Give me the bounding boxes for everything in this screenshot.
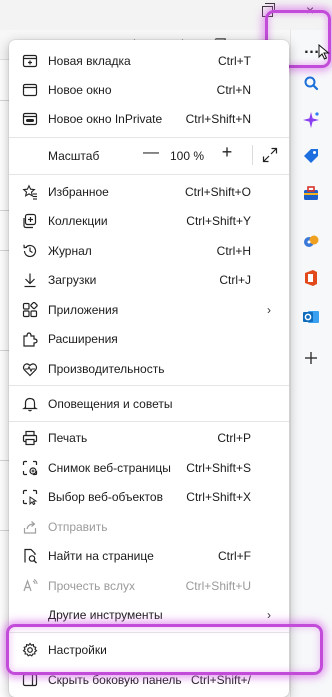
- menu-item-share: Отправить: [9, 513, 289, 541]
- menu-item-inprivate[interactable]: Новое окно InPrivate Ctrl+Shift+N: [9, 105, 289, 133]
- favorites-icon: [21, 183, 39, 201]
- menu-item-label: Коллекции: [48, 214, 108, 228]
- menu-item-downloads[interactable]: Загрузки Ctrl+J: [9, 266, 289, 294]
- menu-item-screenshot[interactable]: Снимок веб-страницы Ctrl+Shift+S: [9, 454, 289, 482]
- menu-item-new-tab[interactable]: Новая вкладка Ctrl+T: [9, 47, 289, 75]
- menu-item-shortcut: Ctrl+Shift+S: [186, 461, 251, 475]
- menu-item-find[interactable]: Найти на странице Ctrl+F: [9, 542, 289, 570]
- menu-divider: [9, 174, 289, 175]
- chevron-right-icon: ›: [267, 608, 271, 622]
- shopping-tag-icon[interactable]: [300, 145, 322, 167]
- menu-item-read-aloud: Прочесть вслух Ctrl+Shift+U: [9, 572, 289, 600]
- menu-item-label: Избранное: [48, 185, 109, 199]
- menu-item-web-select[interactable]: Выбор веб-объектов Ctrl+Shift+X: [9, 483, 289, 511]
- menu-item-label: Оповещения и советы: [48, 397, 173, 411]
- apps-icon: [21, 301, 39, 319]
- menu-item-print[interactable]: Печать Ctrl+P: [9, 424, 289, 452]
- menu-item-label: Журнал: [48, 244, 92, 258]
- screenshot-icon: [21, 459, 39, 477]
- menu-item-shortcut: Ctrl+Shift+Y: [186, 214, 251, 228]
- menu-item-label: Печать: [48, 431, 88, 445]
- menu-item-shortcut: Ctrl+Shift+/: [190, 673, 251, 687]
- new-tab-icon: [21, 52, 39, 70]
- performance-icon: [21, 360, 39, 378]
- menu-item-label: Скрыть боковую панель: [48, 673, 182, 687]
- menu-item-shortcut: Ctrl+J: [219, 273, 251, 287]
- menu-item-label: Снимок веб-страницы: [48, 461, 171, 475]
- print-icon: [21, 429, 39, 447]
- menu-item-label: Найти на странице: [48, 549, 154, 563]
- menu-item-apps[interactable]: Приложения ›: [9, 296, 289, 324]
- find-icon: [21, 547, 39, 565]
- new-window-icon: [21, 81, 39, 99]
- menu-item-alerts[interactable]: Оповещения и советы: [9, 390, 289, 418]
- zoom-value: 100 %: [170, 149, 205, 163]
- menu-item-shortcut: Ctrl+F: [218, 549, 251, 563]
- history-icon: [21, 242, 39, 260]
- menu-item-shortcut: Ctrl+H: [216, 244, 251, 258]
- inprivate-icon: [21, 110, 39, 128]
- menu-item-shortcut: Ctrl+P: [217, 431, 251, 445]
- bell-icon: [21, 395, 39, 413]
- collections-icon: [21, 212, 39, 230]
- download-icon: [21, 271, 39, 289]
- menu-item-label: Приложения: [48, 303, 119, 317]
- menu-item-performance[interactable]: Производительность: [9, 355, 289, 383]
- menu-divider: [9, 385, 289, 386]
- share-icon: [21, 518, 39, 536]
- menu-item-label: Расширения: [48, 332, 118, 346]
- menu-item-shortcut: Ctrl+Shift+O: [184, 185, 251, 199]
- browser-window: × ☆ ☆ ❐ …: [0, 0, 332, 697]
- fullscreen-icon[interactable]: [259, 144, 281, 166]
- menu-item-label: Новая вкладка: [48, 54, 131, 68]
- menu-item-label: Прочесть вслух: [48, 579, 135, 593]
- menu-item-label: Выбор веб-объектов: [48, 490, 163, 504]
- settings-menu: Новая вкладка Ctrl+T Новое окно Ctrl+N Н…: [9, 40, 289, 697]
- menu-item-shortcut: Ctrl+Shift+X: [186, 490, 251, 504]
- chevron-right-icon: ›: [267, 303, 271, 317]
- read-aloud-icon: [21, 577, 39, 595]
- menu-item-shortcut: Ctrl+N: [216, 83, 251, 97]
- menu-item-history[interactable]: Журнал Ctrl+H: [9, 237, 289, 265]
- menu-item-favorites[interactable]: Избранное Ctrl+Shift+O: [9, 178, 289, 206]
- zoom-out-button[interactable]: —: [141, 144, 161, 166]
- menu-item-collections[interactable]: Коллекции Ctrl+Shift+Y: [9, 207, 289, 235]
- menu-item-new-window[interactable]: Новое окно Ctrl+N: [9, 76, 289, 104]
- outlook-icon[interactable]: [300, 306, 322, 328]
- menu-item-label: Загрузки: [48, 273, 97, 287]
- menu-item-shortcut: Ctrl+Shift+N: [185, 112, 251, 126]
- mouse-cursor-icon: [318, 44, 330, 60]
- menu-item-shortcut: Ctrl+Shift+U: [185, 579, 251, 593]
- menu-item-label: Отправить: [48, 520, 108, 534]
- highlight-ring: [6, 624, 323, 675]
- web-select-icon: [21, 488, 39, 506]
- zoom-label: Масштаб: [48, 149, 100, 163]
- menu-divider: [9, 421, 289, 422]
- zoom-control: Масштаб — 100 % +: [9, 138, 289, 174]
- add-icon[interactable]: [300, 347, 322, 369]
- games-icon[interactable]: [300, 230, 322, 252]
- menu-item-label: Новое окно: [48, 83, 112, 97]
- copilot-icon[interactable]: [300, 109, 322, 131]
- search-icon[interactable]: [300, 72, 322, 94]
- zoom-divider: [252, 145, 253, 165]
- menu-item-label: Производительность: [48, 362, 165, 376]
- menu-item-extensions[interactable]: Расширения: [9, 325, 289, 353]
- tools-briefcase-icon[interactable]: [300, 182, 322, 204]
- extensions-icon: [21, 330, 39, 348]
- menu-item-shortcut: Ctrl+T: [218, 54, 251, 68]
- menu-item-label: Другие инструменты: [48, 608, 163, 622]
- office-icon[interactable]: [300, 267, 322, 289]
- zoom-in-button[interactable]: +: [217, 142, 237, 164]
- menu-item-label: Новое окно InPrivate: [48, 112, 163, 126]
